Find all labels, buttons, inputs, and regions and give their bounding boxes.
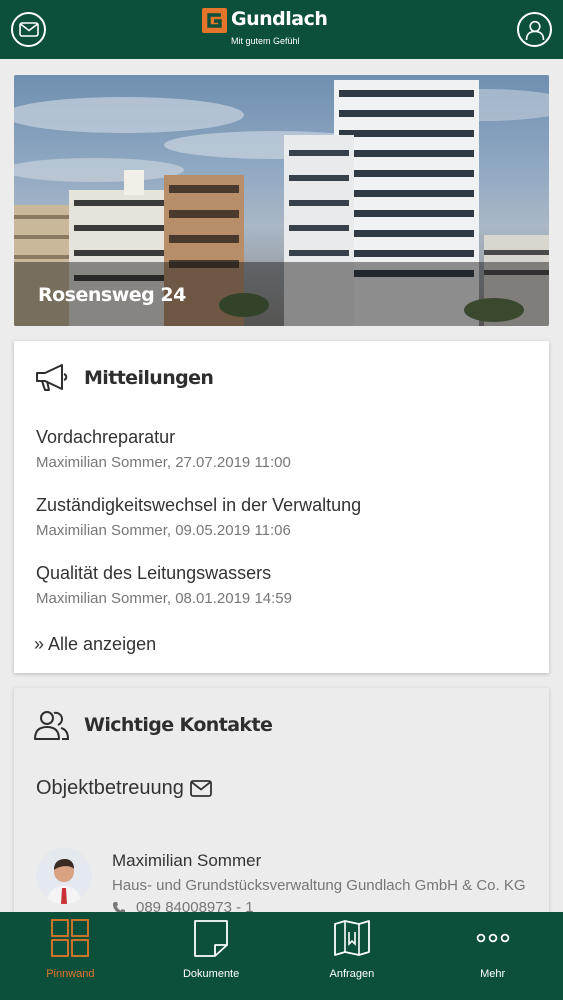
grid-icon <box>51 919 90 957</box>
gundlach-logo: Gundlach Mit gutem Gefühl <box>202 8 362 50</box>
more-dots-icon <box>476 933 509 943</box>
tab-anfragen[interactable]: Anfragen <box>282 912 423 1000</box>
messages-button[interactable] <box>11 12 46 47</box>
news-item[interactable]: Zuständigkeitswechsel in der Verwaltung … <box>36 495 361 539</box>
brand-tagline: Mit gutem Gefühl <box>231 36 300 46</box>
tab-pinnwand[interactable]: Pinnwand <box>0 912 141 1000</box>
tab-mehr[interactable]: Mehr <box>422 912 563 1000</box>
news-item-title: Vordachreparatur <box>36 427 176 447</box>
bottom-tab-bar: Pinnwand Dokumente Anfragen Mehr <box>0 912 563 1000</box>
user-icon <box>525 20 544 40</box>
envelope-icon[interactable] <box>189 780 212 797</box>
news-item-title: Zuständigkeitswechsel in der Verwaltung <box>36 495 362 515</box>
news-item-title: Qualität des Leitungswassers <box>36 563 272 583</box>
object-management-label: Objektbetreuung <box>36 777 184 799</box>
contacts-card-header: Wichtige Kontakte <box>34 708 273 742</box>
contact-company: Haus- und Grundstücksverwaltung Gundlach… <box>112 877 526 894</box>
profile-button[interactable] <box>517 12 552 47</box>
news-card: Mitteilungen Vordachreparatur Maximilian… <box>14 341 549 673</box>
logo-mark-icon <box>202 8 227 33</box>
contacts-heading: Wichtige Kontakte <box>84 714 273 736</box>
tab-dokumente[interactable]: Dokumente <box>141 912 282 1000</box>
megaphone-icon <box>36 364 68 391</box>
contact-name: Maximilian Sommer <box>112 851 262 870</box>
brand-name: Gundlach <box>231 8 328 30</box>
contacts-icon <box>34 711 70 740</box>
tab-label: Pinnwand <box>46 968 95 980</box>
tab-label: Dokumente <box>182 968 240 980</box>
document-icon <box>194 920 229 957</box>
news-item-meta: Maximilian Sommer, 27.07.2019 11:00 <box>36 454 291 471</box>
tab-label: Anfragen <box>329 968 375 980</box>
envelope-icon <box>18 22 39 37</box>
news-card-header: Mitteilungen <box>34 361 214 395</box>
contacts-card: Wichtige Kontakte Objektbetreuung Maximi… <box>14 688 549 928</box>
news-heading: Mitteilungen <box>84 367 214 389</box>
object-management-row[interactable]: Objektbetreuung <box>36 777 212 800</box>
news-item-meta: Maximilian Sommer, 09.05.2019 11:06 <box>36 522 291 539</box>
tab-label: Mehr <box>480 968 506 980</box>
show-all-link[interactable]: » Alle anzeigen <box>34 634 156 655</box>
map-folder-icon <box>333 920 370 956</box>
person-photo <box>36 848 92 904</box>
news-item[interactable]: Vordachreparatur Maximilian Sommer, 27.0… <box>36 427 291 471</box>
news-item-meta: Maximilian Sommer, 08.01.2019 14:59 <box>36 590 292 607</box>
property-title: Rosensweg 24 <box>38 284 186 306</box>
news-item[interactable]: Qualität des Leitungswassers Maximilian … <box>36 563 292 607</box>
property-hero[interactable]: Rosensweg 24 <box>14 75 549 326</box>
avatar <box>36 848 92 904</box>
app-header: Gundlach Mit gutem Gefühl <box>0 0 563 59</box>
